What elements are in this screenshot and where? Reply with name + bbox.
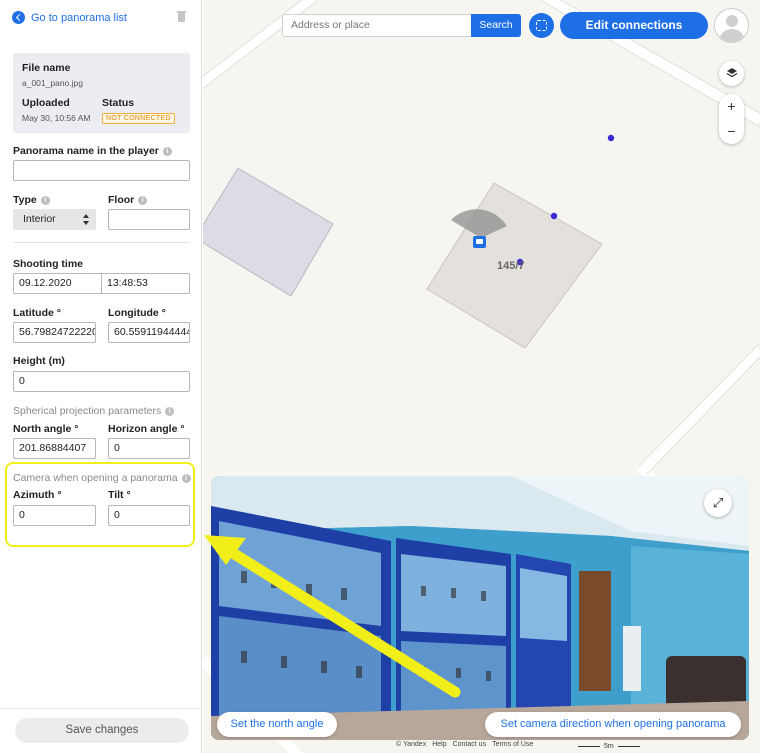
trash-icon[interactable]	[177, 11, 186, 22]
file-name-value: a_001_pano.jpg	[22, 78, 83, 88]
info-icon[interactable]: i	[181, 473, 191, 483]
uploaded-label: Uploaded	[22, 97, 70, 109]
pano-water-cooler	[623, 626, 641, 691]
zoom-out-button[interactable]: −	[719, 119, 744, 144]
shooting-date-input[interactable]: 09.12.2020	[13, 273, 102, 294]
camera-opening-label: Camera when opening a panorama i	[13, 472, 191, 484]
avatar[interactable]	[714, 8, 749, 43]
set-north-angle-button[interactable]: Set the north angle	[217, 712, 337, 737]
divider	[0, 708, 202, 709]
height-label: Height (m)	[13, 355, 65, 367]
type-select[interactable]: Interior	[13, 209, 96, 230]
floor-label-text: Floor	[108, 194, 135, 206]
north-angle-label: North angle °	[13, 423, 79, 435]
map-building-left	[203, 167, 334, 297]
azimuth-label: Azimuth °	[13, 489, 62, 501]
spherical-params-label-text: Spherical projection parameters	[13, 405, 162, 417]
back-link-label: Go to panorama list	[31, 11, 127, 24]
back-to-list-link[interactable]: Go to panorama list	[12, 11, 127, 24]
zoom-control: + −	[719, 94, 744, 144]
type-label: Type i	[13, 194, 50, 206]
spherical-params-label: Spherical projection parameters i	[13, 405, 175, 417]
scale-bar: 5m	[578, 743, 640, 750]
search-button[interactable]: Search	[471, 14, 521, 37]
file-name-label: File name	[22, 62, 71, 74]
azimuth-input[interactable]: 0	[13, 505, 96, 526]
terms-link[interactable]: Terms of Use	[492, 741, 533, 748]
expand-icon[interactable]: ⤢	[704, 489, 732, 517]
info-icon[interactable]: i	[165, 406, 175, 416]
horizon-angle-label: Horizon angle °	[108, 423, 185, 435]
info-icon[interactable]: i	[162, 146, 172, 156]
info-icon[interactable]: i	[138, 195, 148, 205]
pano-door	[579, 571, 611, 691]
panorama-viewer[interactable]	[211, 476, 749, 740]
search-input[interactable]: Address or place	[282, 14, 472, 37]
panorama-point	[550, 212, 558, 220]
floor-input[interactable]	[108, 209, 190, 230]
horizon-angle-input[interactable]: 0	[108, 438, 190, 459]
longitude-label: Longitude °	[108, 307, 166, 319]
chevron-left-icon	[12, 11, 25, 24]
panorama-name-label: Panorama name in the player i	[13, 145, 172, 157]
tilt-label: Tilt °	[108, 489, 131, 501]
edit-connections-button[interactable]: Edit connections	[560, 12, 708, 39]
latitude-input[interactable]: 56.79824722220	[13, 322, 96, 343]
uploaded-value: May 30, 10:56 AM	[22, 113, 91, 123]
shooting-time-label: Shooting time	[13, 258, 83, 270]
camera-marker-lens	[476, 239, 483, 244]
help-link[interactable]: Help	[432, 741, 446, 748]
type-label-text: Type	[13, 194, 37, 206]
tilt-input[interactable]: 0	[108, 505, 190, 526]
file-info-card: File name a_001_pano.jpg Uploaded May 30…	[13, 53, 190, 133]
divider	[13, 242, 190, 243]
floor-label: Floor i	[108, 194, 148, 206]
focus-icon[interactable]	[529, 13, 554, 38]
scale-label: 5m	[604, 743, 614, 750]
save-changes-button[interactable]: Save changes	[15, 718, 189, 743]
building-number: 145/7	[497, 260, 525, 272]
info-icon[interactable]: i	[40, 195, 50, 205]
layers-icon[interactable]	[719, 61, 744, 86]
longitude-input[interactable]: 60.55911944444	[108, 322, 190, 343]
latitude-label: Latitude °	[13, 307, 61, 319]
type-select-value: Interior	[23, 213, 56, 225]
panorama-point	[607, 134, 615, 142]
panorama-name-input[interactable]	[13, 160, 190, 181]
map-footer: © Yandex Help Contact us Terms of Use	[396, 741, 533, 748]
panorama-image	[211, 476, 749, 740]
status-badge: NOT CONNECTED	[102, 113, 175, 124]
height-input[interactable]: 0	[13, 371, 190, 392]
panorama-name-label-text: Panorama name in the player	[13, 145, 159, 157]
set-camera-direction-button[interactable]: Set camera direction when opening panora…	[485, 712, 741, 737]
scale-line	[578, 745, 600, 748]
scale-line	[617, 745, 640, 748]
zoom-in-button[interactable]: +	[719, 94, 744, 119]
status-label: Status	[102, 97, 135, 109]
select-arrows-icon	[83, 214, 90, 225]
shooting-clock-input[interactable]: 13:48:53	[101, 273, 190, 294]
camera-opening-label-text: Camera when opening a panorama	[13, 472, 178, 484]
north-angle-input[interactable]: 201.86884407	[13, 438, 96, 459]
sidebar: Go to panorama list File name a_001_pano…	[0, 0, 202, 753]
copyright-text: © Yandex	[396, 741, 427, 748]
contact-link[interactable]: Contact us	[453, 741, 486, 748]
layers-glyph	[726, 68, 737, 78]
